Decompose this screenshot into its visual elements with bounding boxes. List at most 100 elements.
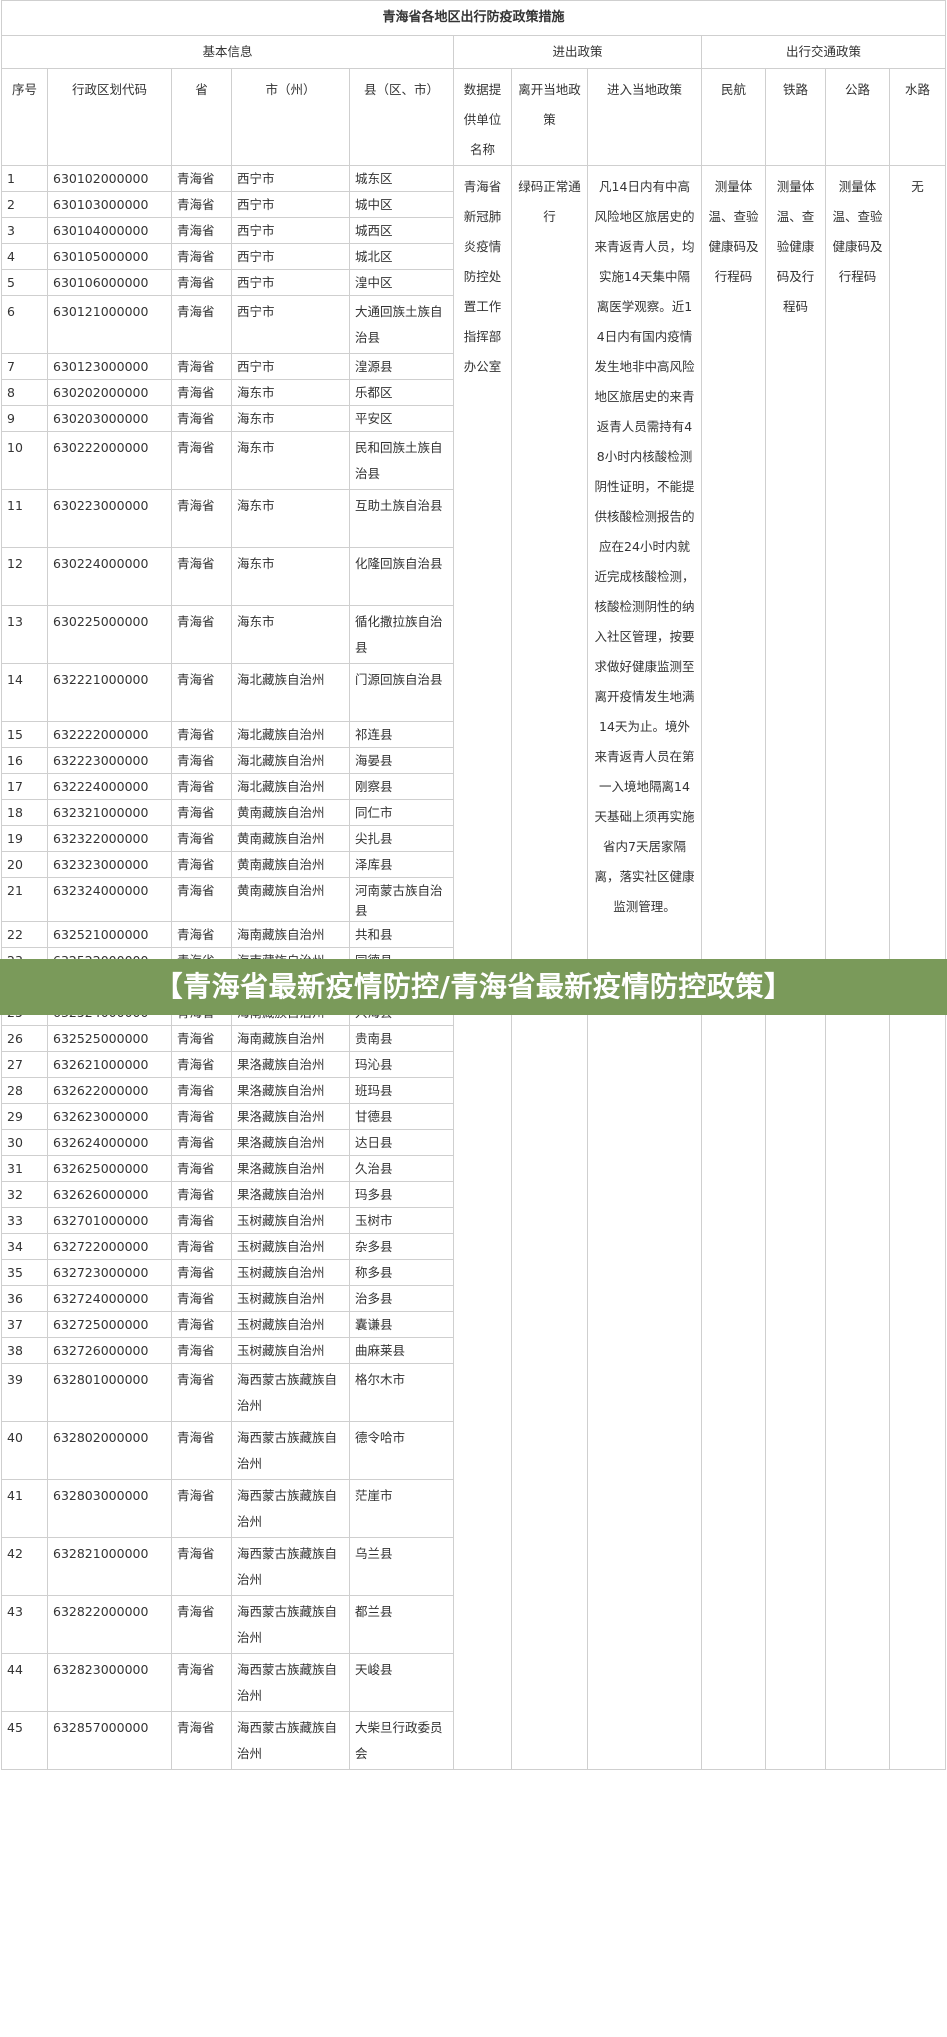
cell-province: 青海省 xyxy=(171,1653,232,1712)
cell-province: 青海省 xyxy=(171,547,232,606)
cell-city: 海东市 xyxy=(231,547,350,606)
cell-county: 大柴旦行政委员会 xyxy=(349,1711,454,1770)
cell-county: 乌兰县 xyxy=(349,1537,454,1596)
cell-county: 平安区 xyxy=(349,405,454,432)
cell-province: 青海省 xyxy=(171,1711,232,1770)
cell-seq: 32 xyxy=(1,1181,48,1208)
table-row: 1 630102000000 青海省 西宁市 城东区 青海省新冠肺炎疫情防控处置工作指挥部… xyxy=(1,165,947,1770)
cell-province: 青海省 xyxy=(171,191,232,218)
cell-city: 海西蒙古族藏族自治州 xyxy=(231,1711,350,1770)
cell-code: 630203000000 xyxy=(47,405,172,432)
cell-county: 尖扎县 xyxy=(349,825,454,852)
cell-seq: 11 xyxy=(1,489,48,548)
cell-seq: 34 xyxy=(1,1233,48,1260)
cell-code: 632626000000 xyxy=(47,1181,172,1208)
cell-county: 泽库县 xyxy=(349,851,454,878)
cell-county: 循化撒拉族自治县 xyxy=(349,605,454,664)
cell-province: 青海省 xyxy=(171,431,232,490)
cell-city: 西宁市 xyxy=(231,165,350,192)
policy-table: 青海省各地区出行防疫政策措施 基本信息 进出政策 出行交通政策 序号 行政区划代… xyxy=(0,0,947,1770)
cell-county: 祁连县 xyxy=(349,721,454,748)
cell-seq: 13 xyxy=(1,605,48,664)
cell-city: 西宁市 xyxy=(231,353,350,380)
cell-code: 630105000000 xyxy=(47,243,172,270)
cell-county: 刚察县 xyxy=(349,773,454,800)
group-basic-info: 基本信息 xyxy=(1,35,454,69)
cell-county: 湟源县 xyxy=(349,353,454,380)
cell-code: 630225000000 xyxy=(47,605,172,664)
cell-city: 西宁市 xyxy=(231,243,350,270)
cell-city: 海西蒙古族藏族自治州 xyxy=(231,1421,350,1480)
cell-city: 西宁市 xyxy=(231,295,350,354)
cell-county: 玛多县 xyxy=(349,1181,454,1208)
cell-province: 青海省 xyxy=(171,1479,232,1538)
cell-county: 城北区 xyxy=(349,243,454,270)
cell-city: 海西蒙古族藏族自治州 xyxy=(231,1479,350,1538)
cell-county: 都兰县 xyxy=(349,1595,454,1654)
cell-code: 632323000000 xyxy=(47,851,172,878)
cell-city: 海东市 xyxy=(231,605,350,664)
cell-province: 青海省 xyxy=(171,489,232,548)
cell-code: 632621000000 xyxy=(47,1051,172,1078)
cell-city: 海东市 xyxy=(231,431,350,490)
cell-city: 海东市 xyxy=(231,379,350,406)
cell-province: 青海省 xyxy=(171,1103,232,1130)
header-rail: 铁路 xyxy=(765,68,826,166)
cell-county: 海晏县 xyxy=(349,747,454,774)
cell-county: 天峻县 xyxy=(349,1653,454,1712)
cell-city: 玉树藏族自治州 xyxy=(231,1285,350,1312)
cell-province: 青海省 xyxy=(171,921,232,948)
group-transport-policy: 出行交通政策 xyxy=(700,35,947,69)
header-code: 行政区划代码 xyxy=(47,68,172,166)
cell-county: 久治县 xyxy=(349,1155,454,1182)
cell-code: 630106000000 xyxy=(47,269,172,296)
cell-county: 互助土族自治县 xyxy=(349,489,454,548)
cell-city: 黄南藏族自治州 xyxy=(231,877,350,922)
cell-seq: 1 xyxy=(1,165,48,192)
cell-province: 青海省 xyxy=(171,1155,232,1182)
cell-province: 青海省 xyxy=(171,747,232,774)
cell-province: 青海省 xyxy=(171,165,232,192)
cell-seq: 2 xyxy=(1,191,48,218)
cell-county: 玛沁县 xyxy=(349,1051,454,1078)
cell-city: 海东市 xyxy=(231,405,350,432)
cell-county: 城西区 xyxy=(349,217,454,244)
cell-province: 青海省 xyxy=(171,269,232,296)
header-city: 市（州） xyxy=(231,68,350,166)
cell-province: 青海省 xyxy=(171,799,232,826)
table-title: 青海省各地区出行防疫政策措施 xyxy=(0,0,947,36)
cell-city: 黄南藏族自治州 xyxy=(231,825,350,852)
header-water: 水路 xyxy=(888,68,947,166)
cell-province: 青海省 xyxy=(171,353,232,380)
cell-county: 化隆回族自治县 xyxy=(349,547,454,606)
cell-county: 城东区 xyxy=(349,165,454,192)
cell-code: 632723000000 xyxy=(47,1259,172,1286)
cell-seq: 45 xyxy=(1,1711,48,1770)
cell-county: 达日县 xyxy=(349,1129,454,1156)
cell-seq: 44 xyxy=(1,1653,48,1712)
cell-code: 630103000000 xyxy=(47,191,172,218)
cell-province: 青海省 xyxy=(171,663,232,722)
cell-code: 632622000000 xyxy=(47,1077,172,1104)
cell-city: 玉树藏族自治州 xyxy=(231,1207,350,1234)
cell-city: 果洛藏族自治州 xyxy=(231,1129,350,1156)
cell-seq: 36 xyxy=(1,1285,48,1312)
cell-code: 630223000000 xyxy=(47,489,172,548)
cell-code: 632821000000 xyxy=(47,1537,172,1596)
cell-city: 海北藏族自治州 xyxy=(231,663,350,722)
cell-city: 海南藏族自治州 xyxy=(231,1025,350,1052)
cell-county: 大通回族土族自治县 xyxy=(349,295,454,354)
cell-city: 玉树藏族自治州 xyxy=(231,1233,350,1260)
cell-province: 青海省 xyxy=(171,1025,232,1052)
cell-code: 632521000000 xyxy=(47,921,172,948)
cell-seq: 42 xyxy=(1,1537,48,1596)
cell-county: 治多县 xyxy=(349,1285,454,1312)
cell-seq: 17 xyxy=(1,773,48,800)
cell-code: 632525000000 xyxy=(47,1025,172,1052)
cell-province: 青海省 xyxy=(171,1129,232,1156)
cell-county: 河南蒙古族自治县 xyxy=(349,877,454,922)
cell-code: 632221000000 xyxy=(47,663,172,722)
cell-code: 632803000000 xyxy=(47,1479,172,1538)
cell-province: 青海省 xyxy=(171,1421,232,1480)
cell-province: 青海省 xyxy=(171,1537,232,1596)
